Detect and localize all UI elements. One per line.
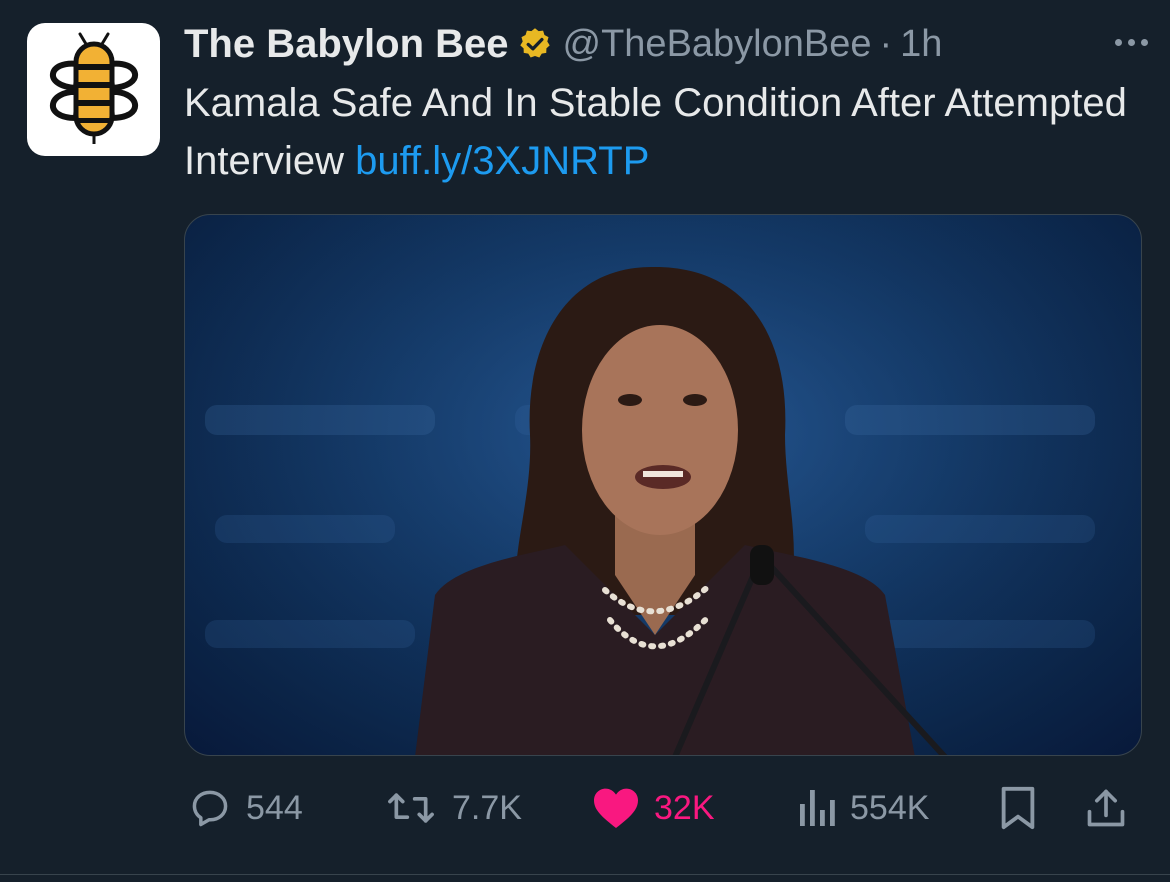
tweet[interactable]: The Babylon Bee @TheBabylonBee · 1h Kama… — [0, 0, 1170, 882]
timestamp[interactable]: 1h — [900, 23, 942, 66]
separator-dot: · — [879, 22, 893, 65]
reply-count: 544 — [246, 788, 303, 827]
more-dot — [1128, 38, 1135, 46]
action-bar: 544 7.7K 32K 554K — [184, 780, 1142, 836]
tweet-header: The Babylon Bee @TheBabylonBee · 1h — [184, 18, 942, 70]
reply-button[interactable]: 544 — [188, 780, 303, 836]
views-icon — [800, 790, 835, 826]
photo-placeholder-icon — [185, 215, 1141, 755]
display-name[interactable]: The Babylon Bee — [184, 22, 509, 67]
bookmark-icon — [1001, 786, 1035, 830]
tweet-text: Kamala Safe And In Stable Condition Afte… — [184, 74, 1134, 190]
verified-badge-icon[interactable] — [517, 26, 553, 62]
handle[interactable]: @TheBabylonBee — [563, 23, 872, 66]
like-count: 32K — [654, 788, 715, 827]
tweet-link[interactable]: buff.ly/3XJNRTP — [355, 139, 649, 183]
avatar[interactable] — [27, 23, 160, 156]
tweet-body: Kamala Safe And In Stable Condition Afte… — [184, 81, 1127, 183]
reply-icon — [192, 790, 228, 827]
bookmark-button[interactable] — [998, 780, 1052, 836]
more-options-icon[interactable] — [1115, 22, 1148, 62]
views-count: 554K — [850, 788, 930, 827]
repost-button[interactable]: 7.7K — [384, 780, 522, 836]
more-dot — [1115, 38, 1122, 46]
like-button[interactable]: 32K — [592, 780, 715, 836]
more-dot — [1141, 38, 1148, 46]
share-icon — [1087, 789, 1125, 827]
tweet-photo[interactable] — [184, 214, 1142, 756]
divider — [0, 874, 1170, 875]
share-button[interactable] — [1084, 780, 1142, 836]
views-button[interactable]: 554K — [796, 780, 929, 836]
heart-icon — [594, 788, 638, 828]
repost-count: 7.7K — [452, 788, 522, 827]
repost-icon — [388, 793, 434, 823]
babylon-bee-logo-icon — [49, 32, 138, 144]
